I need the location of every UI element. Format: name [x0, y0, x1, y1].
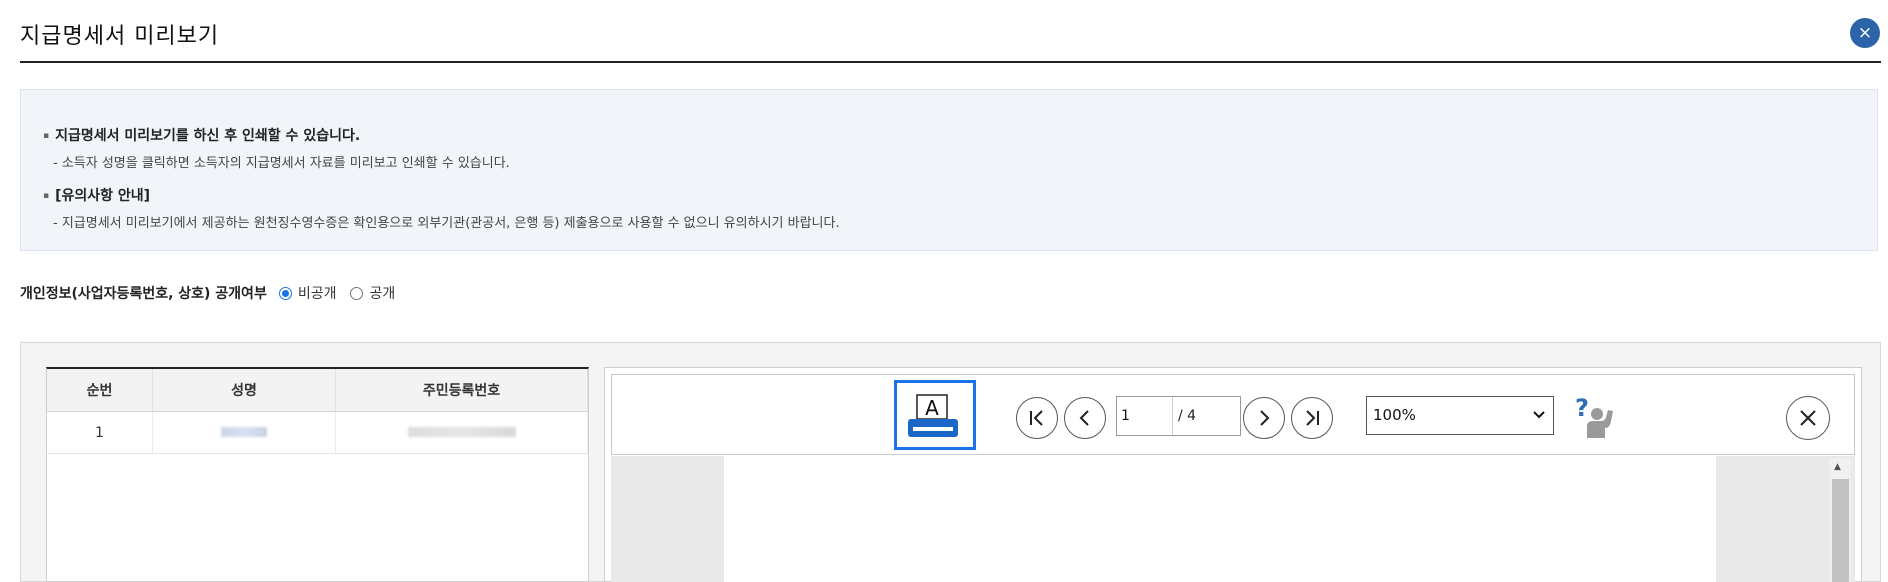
zoom-select[interactable]: 100%: [1366, 396, 1554, 435]
svg-text:?: ?: [1575, 394, 1589, 422]
page-total: / 4: [1178, 408, 1197, 424]
prev-page-icon: [1079, 410, 1089, 426]
last-page-button[interactable]: [1291, 397, 1333, 439]
privacy-setting: 개인정보(사업자등록번호, 상호) 공개여부 비공개 공개: [20, 283, 409, 303]
notice-heading: 지급명세서 미리보기를 하신 후 인쇄할 수 있습니다.: [43, 125, 360, 145]
next-page-icon: [1260, 410, 1270, 426]
radio-private-input[interactable]: [278, 286, 292, 300]
radio-public-input[interactable]: [350, 286, 364, 300]
zoom-value: 100%: [1373, 406, 1416, 424]
radio-private[interactable]: 비공개: [278, 283, 337, 303]
viewer-close-button[interactable]: [1786, 396, 1830, 440]
column-header-id: 주민등록번호: [335, 369, 588, 412]
column-header-name: 성명: [152, 369, 336, 412]
table-row[interactable]: 1: [47, 411, 588, 454]
page-navigator: / 4: [1116, 396, 1241, 436]
recipient-table: 순번 성명 주민등록번호 1: [46, 367, 589, 582]
close-icon: ×: [1857, 23, 1873, 43]
page-number-input[interactable]: [1117, 397, 1173, 435]
first-page-button[interactable]: [1016, 397, 1058, 439]
radio-public[interactable]: 공개: [350, 283, 395, 303]
radio-private-label: 비공개: [297, 286, 337, 302]
next-page-button[interactable]: [1243, 397, 1285, 439]
row-number: 1: [47, 411, 153, 454]
title-divider: [20, 61, 1881, 63]
column-header-number: 순번: [47, 369, 153, 412]
help-button[interactable]: ?: [1573, 394, 1617, 442]
close-button[interactable]: ×: [1850, 18, 1880, 48]
help-icon: ?: [1575, 394, 1613, 438]
notice-heading: [유의사항 안내]: [43, 185, 150, 205]
last-page-icon: [1306, 410, 1319, 426]
notice-detail: - 소득자 성명을 클릭하면 소득자의 지급명세서 자료를 미리보고 인쇄할 수…: [53, 156, 510, 171]
notice-box: 지급명세서 미리보기를 하신 후 인쇄할 수 있습니다. - 소득자 성명을 클…: [20, 89, 1878, 251]
first-page-icon: [1030, 410, 1043, 426]
close-icon: [1800, 410, 1816, 426]
scrollbar-thumb[interactable]: [1832, 479, 1849, 582]
scroll-up-icon[interactable]: ▲: [1834, 462, 1841, 472]
print-button[interactable]: A: [894, 380, 976, 450]
document-page: [724, 456, 1716, 582]
row-name-redacted[interactable]: [152, 411, 336, 454]
chevron-down-icon: [1533, 397, 1545, 446]
privacy-label: 개인정보(사업자등록번호, 상호) 공개여부: [20, 286, 267, 302]
row-id-redacted: [335, 411, 588, 454]
prev-page-button[interactable]: [1064, 397, 1106, 439]
radio-public-label: 공개: [369, 286, 396, 302]
notice-detail: - 지급명세서 미리보기에서 제공하는 원천징수영수증은 확인용으로 외부기관(…: [53, 216, 840, 231]
printer-icon: A: [908, 394, 958, 437]
page-title: 지급명세서 미리보기: [20, 24, 220, 49]
print-label: A: [925, 396, 939, 420]
